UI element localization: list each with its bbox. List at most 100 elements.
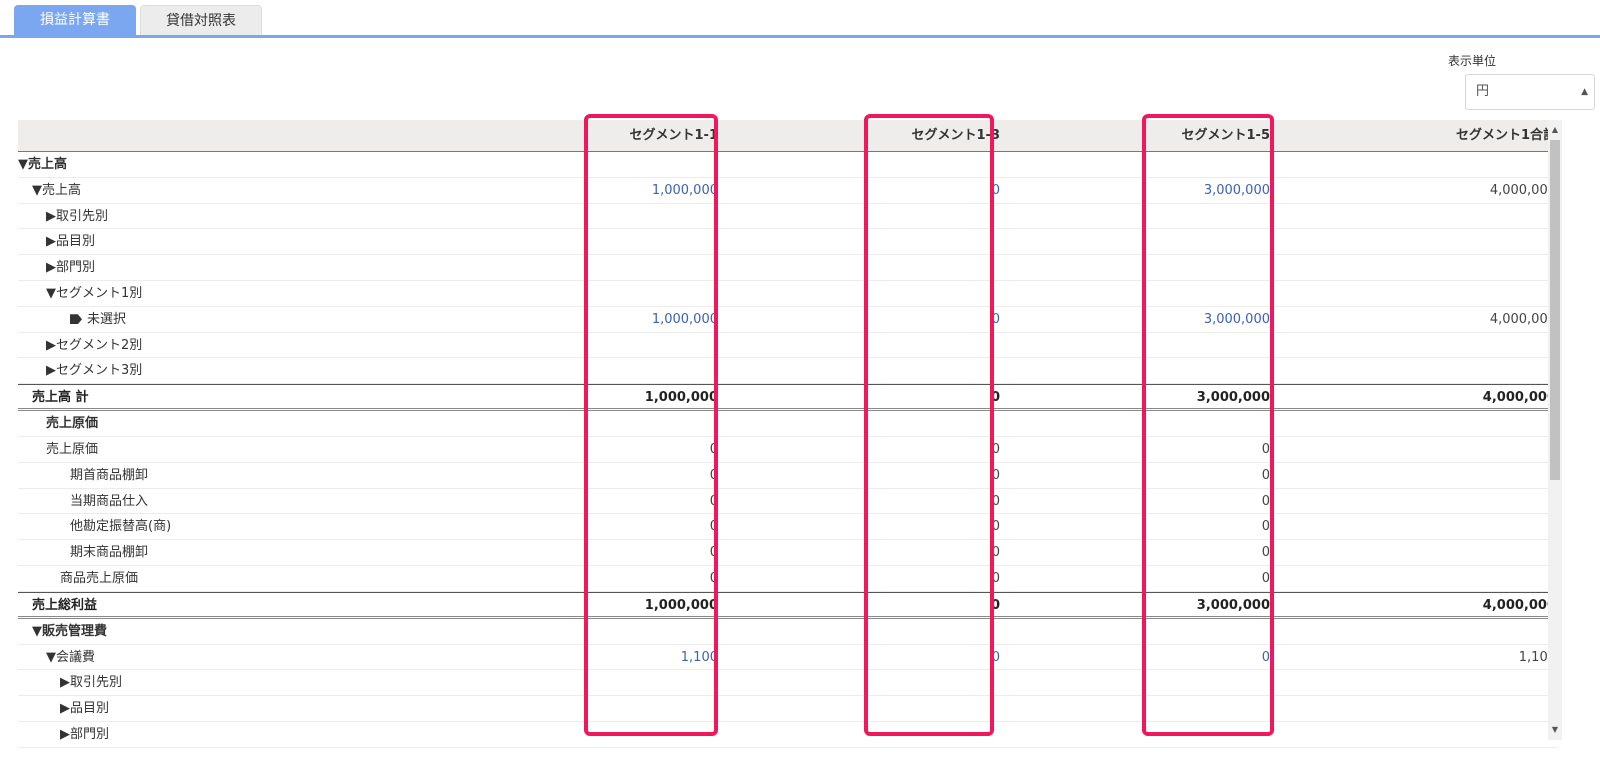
cell-value: 0 bbox=[1261, 493, 1270, 509]
row-label: 売上原価 bbox=[46, 411, 98, 436]
table-row: 売上原価0000 bbox=[18, 437, 1558, 463]
row-label-text: 当期商品仕入 bbox=[70, 493, 149, 509]
table-body: ▼売上高 ▼売上高 1,000,000 0 3,000,000 4,000,000 ▶取引先… bbox=[18, 152, 1558, 748]
tab-balance-sheet[interactable]: 貸借対照表 bbox=[140, 5, 262, 35]
row-label-text: 他勘定振替高(商) bbox=[70, 519, 172, 535]
tab-underline bbox=[0, 35, 1600, 38]
cell-value[interactable]: 1,000,000 bbox=[652, 307, 718, 332]
cell-value: 0 bbox=[709, 467, 718, 483]
column-header-segment-1-1[interactable]: セグメント1-1 bbox=[630, 120, 719, 151]
cell-value[interactable]: 0 bbox=[1262, 645, 1270, 670]
row-label: ▶取引先別 bbox=[60, 670, 122, 695]
cell-value: 0 bbox=[709, 441, 718, 457]
cell-value: 0 bbox=[991, 441, 1000, 457]
row-label-text: 期末商品棚卸 bbox=[70, 545, 149, 561]
tab-profit-loss[interactable]: 損益計算書 bbox=[14, 5, 136, 35]
column-header-segment-1-3[interactable]: セグメント1-3 bbox=[912, 120, 1001, 151]
row-label-text: 売上総利益 bbox=[32, 597, 98, 613]
cell-value[interactable]: 0 bbox=[992, 645, 1000, 670]
cell-value[interactable]: 0 bbox=[992, 178, 1000, 203]
table-header: セグメント1-1 セグメント1-3 セグメント1-5 セグメント1合計 bbox=[18, 120, 1558, 152]
row-label-text: ▶部門別 bbox=[60, 726, 109, 742]
table-row: 他勘定振替高(商)0000 bbox=[18, 514, 1558, 541]
row-label-text: 期首商品棚卸 bbox=[70, 467, 149, 483]
row-label: 他勘定振替高(商) bbox=[70, 514, 171, 539]
scroll-down-arrow-icon[interactable]: ▼ bbox=[1548, 722, 1562, 738]
row-label: ▶品目別 bbox=[60, 696, 109, 721]
row-label: ▼売上高 bbox=[18, 152, 67, 177]
row-label: ▶部門別 bbox=[60, 722, 109, 747]
cell-value: 0 bbox=[709, 493, 718, 509]
scroll-up-arrow-icon[interactable]: ▲ bbox=[1548, 122, 1562, 138]
row-label: 売上高 計 bbox=[32, 385, 89, 410]
unit-select[interactable]: 円 ▲ bbox=[1465, 74, 1595, 110]
table-row: 商品売上原価0000 bbox=[18, 566, 1558, 592]
row-label: ▶品目別 bbox=[46, 229, 95, 254]
row-label: ▶取引先別 bbox=[46, 204, 108, 229]
cell-value[interactable]: 3,000,000 bbox=[1204, 178, 1270, 203]
unit-label: 表示単位 bbox=[1448, 54, 1497, 68]
row-label-text: 売上原価 bbox=[46, 441, 99, 457]
row-label-text: ▶取引先別 bbox=[60, 675, 122, 691]
column-header-segment-1-total[interactable]: セグメント1合計 bbox=[1456, 120, 1556, 151]
cell-value[interactable]: 0 bbox=[992, 307, 1000, 332]
table-row: 期首商品棚卸0000 bbox=[18, 463, 1558, 489]
row-label: ▶セグメント3別 bbox=[46, 358, 142, 383]
row-label-text: ▼売上高 bbox=[18, 157, 67, 172]
table-row[interactable]: ▶取引先別 bbox=[18, 204, 1558, 230]
row-label-text: ▶取引先別 bbox=[46, 208, 108, 224]
row-label: ▼セグメント1別 bbox=[46, 281, 142, 306]
row-label: 期末商品棚卸 bbox=[70, 540, 148, 565]
row-label-text: 売上原価 bbox=[46, 416, 99, 432]
table-row[interactable]: ▶取引先別 bbox=[18, 670, 1558, 697]
row-label-text: 商品売上原価 bbox=[60, 570, 139, 586]
table-row[interactable]: ▼売上高 1,000,000 0 3,000,000 4,000,000 bbox=[18, 178, 1558, 204]
column-header-segment-1-5[interactable]: セグメント1-5 bbox=[1182, 120, 1271, 151]
row-label: ▶セグメント2別 bbox=[46, 333, 142, 358]
cell-value: 0 bbox=[991, 545, 1000, 561]
table-row[interactable]: ▶品目別 bbox=[18, 229, 1558, 256]
table-row[interactable]: ▶セグメント2別 bbox=[18, 333, 1558, 359]
cell-value: 0 bbox=[991, 467, 1000, 483]
scrollbar-thumb[interactable] bbox=[1550, 140, 1560, 480]
cell-value: 0 bbox=[990, 390, 1000, 406]
tab-bar: 損益計算書 貸借対照表 bbox=[0, 0, 1600, 38]
table-row[interactable]: ▼会議費 1,100 0 0 1,100 bbox=[18, 645, 1558, 671]
cell-value: 0 bbox=[990, 597, 1000, 613]
row-label-text: ▶品目別 bbox=[46, 234, 95, 250]
row-label: ▶部門別 bbox=[46, 255, 95, 280]
table-row[interactable]: ▼セグメント1別 bbox=[18, 281, 1558, 307]
cell-value: 0 bbox=[709, 519, 718, 535]
cell-value[interactable]: 1,000,000 bbox=[652, 178, 718, 203]
table-row: 当期商品仕入0000 bbox=[18, 489, 1558, 515]
table-row: 未選択 1,000,000 0 3,000,000 4,000,000 bbox=[18, 307, 1558, 333]
cell-value[interactable]: 3,000,000 bbox=[1204, 307, 1270, 332]
table-row: 売上高 計 1,000,000 0 3,000,000 4,000,000 bbox=[18, 384, 1558, 412]
cell-value: 4,000,000 bbox=[1482, 597, 1556, 613]
row-label-text: ▶セグメント2別 bbox=[46, 337, 143, 353]
row-label: ▼売上高 bbox=[32, 178, 81, 203]
row-label-text: ▶品目別 bbox=[60, 701, 109, 717]
row-label: ▼販売管理費 bbox=[32, 619, 107, 644]
row-label: ▼会議費 bbox=[46, 645, 95, 670]
cell-value: 0 bbox=[1261, 519, 1270, 535]
cell-value: 0 bbox=[991, 519, 1000, 535]
cell-value: 0 bbox=[1261, 467, 1270, 483]
row-label-text: 未選択 bbox=[87, 311, 127, 327]
table-row[interactable]: ▼販売管理費 bbox=[18, 619, 1558, 645]
row-label: 当期商品仕入 bbox=[70, 489, 148, 514]
table-row[interactable]: ▼売上高 bbox=[18, 152, 1558, 178]
table-row: 売上総利益 1,000,000 0 3,000,000 4,000,000 bbox=[18, 591, 1558, 619]
table-row: 期末商品棚卸0000 bbox=[18, 540, 1558, 566]
table-row[interactable]: ▶部門別 bbox=[18, 255, 1558, 281]
cell-value: 0 bbox=[1261, 545, 1270, 561]
table-row[interactable]: ▶セグメント3別 bbox=[18, 358, 1558, 385]
table-row[interactable]: ▶品目別 bbox=[18, 696, 1558, 722]
row-label-text: ▶セグメント3別 bbox=[46, 363, 143, 379]
table-row[interactable]: ▶部門別 bbox=[18, 722, 1558, 748]
cell-value: 0 bbox=[991, 570, 1000, 586]
cell-value: 4,000,000 bbox=[1489, 182, 1556, 198]
report-table: セグメント1-1 セグメント1-3 セグメント1-5 セグメント1合計 ▼売上高… bbox=[18, 120, 1578, 750]
cell-value[interactable]: 1,100 bbox=[681, 645, 718, 670]
row-label: 未選択 bbox=[70, 307, 126, 332]
